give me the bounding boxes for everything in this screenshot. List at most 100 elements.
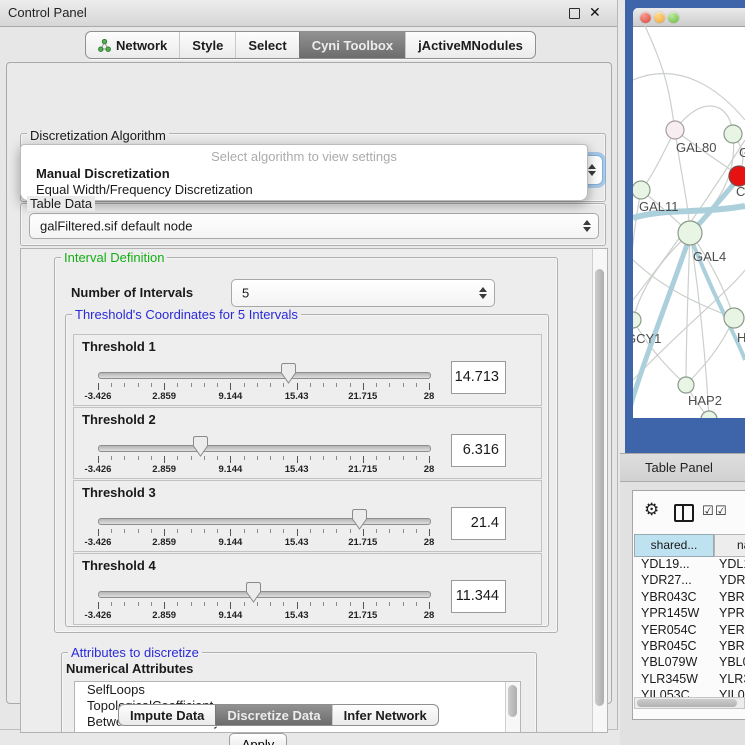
slider-tick-labels: -3.4262.8599.14415.4321.71528 xyxy=(98,391,429,401)
checkbox-icon[interactable]: ☑ xyxy=(702,503,714,519)
tab-label: Infer Network xyxy=(344,708,427,723)
attribute-item[interactable]: SelfLoops xyxy=(75,682,520,698)
tab-impute-data[interactable]: Impute Data xyxy=(119,705,215,725)
tick-label: 21.715 xyxy=(348,464,377,475)
threshold-slider-handle[interactable] xyxy=(281,363,296,384)
table-panel-body: ⚙ ☑ ☑ shared... na YDL19... YDL1 YDR27...Y… xyxy=(620,482,745,745)
table-data-combobox[interactable]: galFiltered.sif default node xyxy=(29,213,599,239)
tick-label: -3.426 xyxy=(85,391,112,402)
tab-style[interactable]: Style xyxy=(179,32,235,58)
cell-shared-name: YDL19... xyxy=(641,557,690,571)
settings-vertical-scrollbar[interactable] xyxy=(592,249,607,732)
tab-network[interactable]: Network xyxy=(86,32,179,58)
slider-ticks xyxy=(98,456,429,464)
tick-label: 15.43 xyxy=(285,610,309,621)
threshold-slider-track[interactable] xyxy=(98,372,431,379)
close-icon[interactable]: ✕ xyxy=(589,4,601,21)
zoom-traffic-light-icon[interactable] xyxy=(668,12,679,23)
cell-name: YPR1 xyxy=(719,606,745,620)
control-panel-titlebar: Control Panel ✕ xyxy=(0,0,617,27)
cell-shared-name: YLR345W xyxy=(641,672,698,686)
network-node[interactable] xyxy=(633,181,650,199)
split-view-icon[interactable] xyxy=(674,504,694,522)
network-canvas[interactable]: GAL80GCGAL11GAL4GCY1HHAP2 xyxy=(633,26,745,418)
tick-label: 15.43 xyxy=(285,464,309,475)
table-row[interactable]: YDL19... YDL1 xyxy=(634,557,745,573)
combo-up-arrow-icon xyxy=(479,287,487,292)
threshold-slider-handle[interactable] xyxy=(352,509,367,530)
network-node[interactable] xyxy=(678,221,702,245)
tab-label: Impute Data xyxy=(130,708,204,723)
cell-name: YBR0 xyxy=(719,590,745,604)
network-node[interactable] xyxy=(678,377,694,393)
table-data-group-title: Table Data xyxy=(27,196,95,211)
table-row[interactable]: YPR145WYPR1 xyxy=(634,606,745,622)
dropdown-placeholder-item[interactable]: Select algorithm to view settings xyxy=(21,149,587,164)
tab-select[interactable]: Select xyxy=(235,32,298,58)
number-of-intervals-combobox[interactable]: 5 xyxy=(231,279,495,307)
tick-label: 2.859 xyxy=(152,610,176,621)
column-header-shared-name[interactable]: shared... xyxy=(634,534,714,557)
apply-button[interactable]: Apply xyxy=(229,733,287,745)
table-data-selected-value: galFiltered.sif default node xyxy=(40,219,192,234)
scrollbar-thumb[interactable] xyxy=(637,699,737,707)
scrollbar-thumb[interactable] xyxy=(595,269,604,706)
table-row[interactable]: YER054CYER0 xyxy=(634,623,745,639)
network-node[interactable] xyxy=(724,308,744,328)
table-row[interactable]: YLR345W YLR3 xyxy=(634,672,745,688)
threshold-value-field[interactable]: 21.4 xyxy=(451,507,506,540)
cell-name: YDL1 xyxy=(719,557,745,571)
threshold-value-field[interactable]: 6.316 xyxy=(451,434,506,467)
cell-shared-name: YBL079W xyxy=(641,655,697,669)
column-header-name[interactable]: na xyxy=(714,534,745,557)
network-node[interactable] xyxy=(724,125,742,143)
tab-cyni-toolbox[interactable]: Cyni Toolbox xyxy=(299,32,405,58)
threshold-slider-track[interactable] xyxy=(98,445,431,452)
float-window-icon[interactable] xyxy=(569,8,580,19)
table-row[interactable]: YBL079WYBL0 xyxy=(634,655,745,671)
table-row[interactable]: YBR043C YBR0 xyxy=(634,590,745,606)
network-node[interactable] xyxy=(729,166,745,186)
gear-icon[interactable]: ⚙ xyxy=(644,500,659,520)
slider-tick-labels: -3.4262.8599.14415.4321.71528 xyxy=(98,464,429,474)
tick-label: -3.426 xyxy=(85,537,112,548)
network-node-label: C xyxy=(736,184,745,199)
discretization-algorithm-group-title: Discretization Algorithm xyxy=(27,128,169,143)
screen: Control Panel ✕ NetworkStyleSelect Cyni T… xyxy=(0,0,745,745)
dropdown-option-equal-width[interactable]: Equal Width/Frequency Discretization xyxy=(36,182,253,197)
network-node[interactable] xyxy=(633,312,641,328)
threshold-slider-track[interactable] xyxy=(98,518,431,525)
network-node-label: GAL11 xyxy=(639,199,679,214)
network-node[interactable] xyxy=(666,121,684,139)
combo-down-arrow-icon xyxy=(583,227,591,232)
threshold-slider-handle[interactable] xyxy=(246,582,261,603)
tab-label: Cyni Toolbox xyxy=(312,38,393,53)
tab-jactivemnodules[interactable]: jActiveMNodules xyxy=(405,32,535,58)
combo-down-arrow-icon xyxy=(479,294,487,299)
tab-infer-network[interactable]: Infer Network xyxy=(332,705,438,725)
threshold-slider-track[interactable] xyxy=(98,591,431,598)
attributes-list-scrollbar[interactable] xyxy=(505,682,520,733)
threshold-slider-handle[interactable] xyxy=(193,436,208,457)
scrollbar-thumb[interactable] xyxy=(508,685,517,717)
minimize-traffic-light-icon[interactable] xyxy=(654,12,665,23)
tick-label: 28 xyxy=(424,391,435,402)
table-row[interactable]: YBR045CYBR0 xyxy=(634,639,745,655)
threshold-value-field[interactable]: 14.713 xyxy=(451,361,506,394)
number-of-intervals-label: Number of Intervals xyxy=(71,285,193,300)
table-horizontal-scrollbar[interactable] xyxy=(634,697,745,709)
close-traffic-light-icon[interactable] xyxy=(640,12,651,23)
threshold-value-field[interactable]: 11.344 xyxy=(451,580,506,613)
tick-label: -3.426 xyxy=(85,464,112,475)
algorithm-dropdown-popup: Select algorithm to view settings Manual… xyxy=(20,144,588,201)
network-node-label: H xyxy=(737,330,745,345)
panel-title: Control Panel xyxy=(8,0,87,25)
cell-name: YLR3 xyxy=(719,672,745,686)
tick-label: 9.144 xyxy=(219,391,243,402)
tab-discretize-data[interactable]: Discretize Data xyxy=(215,705,331,725)
dropdown-option-manual[interactable]: Manual Discretization xyxy=(36,166,170,181)
table-row[interactable]: YDR27...YDR2 xyxy=(634,573,745,589)
cell-shared-name: YBR045C xyxy=(641,639,697,653)
cell-shared-name: YBR043C xyxy=(641,590,697,604)
checkbox-icon[interactable]: ☑ xyxy=(715,503,727,519)
